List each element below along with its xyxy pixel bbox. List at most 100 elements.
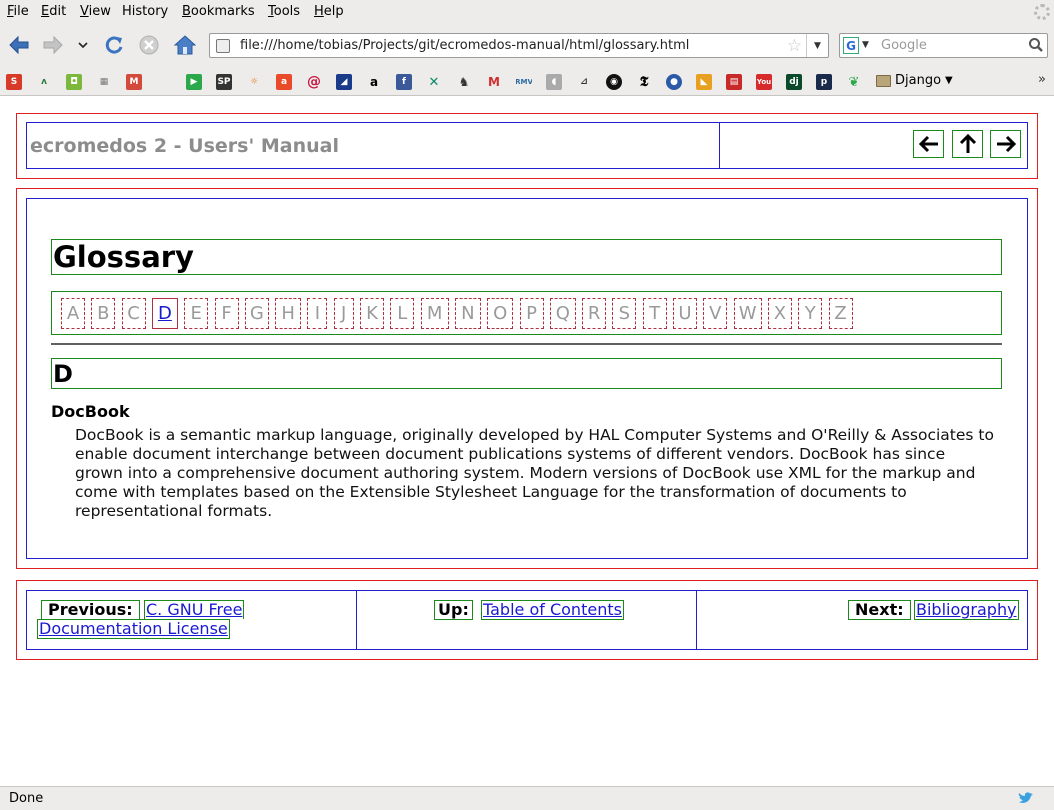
glossary-heading: Glossary bbox=[51, 239, 1002, 275]
bookmark-dj-icon[interactable]: dj bbox=[786, 74, 802, 90]
stop-button[interactable] bbox=[137, 33, 161, 57]
chevron-down-icon[interactable]: ▼ bbox=[862, 40, 869, 50]
bookmark-gmail-icon[interactable]: M bbox=[486, 74, 502, 90]
bookmark-leaf-green-icon[interactable]: ❦ bbox=[846, 74, 862, 90]
letter-f[interactable]: F bbox=[214, 298, 239, 329]
bookmark-folder-django[interactable]: Django ▼ bbox=[876, 73, 953, 88]
bookmark-rmv-icon[interactable]: RMV bbox=[516, 74, 532, 90]
search-icon[interactable] bbox=[1028, 37, 1044, 53]
bookmark-yellow-icon[interactable]: ◣ bbox=[696, 74, 712, 90]
menu-history[interactable]: History bbox=[122, 4, 168, 19]
letter-o[interactable]: O bbox=[487, 298, 514, 329]
bookmark-youtube-icon[interactable]: You bbox=[756, 74, 772, 90]
letter-p[interactable]: P bbox=[519, 298, 544, 329]
letter-u[interactable]: U bbox=[673, 298, 697, 329]
letter-a[interactable]: A bbox=[61, 298, 85, 329]
up-link[interactable]: Table of Contents bbox=[481, 600, 624, 620]
page-content: ecromedos 2 - Users' Manual Glossary ABC… bbox=[0, 97, 1054, 786]
home-button[interactable] bbox=[173, 33, 197, 57]
bookmark-globe-icon[interactable]: ● bbox=[666, 74, 682, 90]
letter-l[interactable]: L bbox=[390, 298, 415, 329]
forward-button[interactable] bbox=[41, 33, 65, 57]
menu-view[interactable]: View bbox=[80, 4, 111, 19]
bookmark-p-icon[interactable]: p bbox=[816, 74, 832, 90]
url-dropdown-button[interactable]: ▼ bbox=[806, 34, 828, 57]
menu-bar: File Edit View History Bookmarks Tools H… bbox=[0, 0, 1054, 24]
next-label: Next: bbox=[848, 600, 911, 620]
history-dropdown-button[interactable] bbox=[73, 33, 93, 57]
up-page-button[interactable] bbox=[952, 130, 983, 158]
bookmark-star-icon[interactable]: ☆ bbox=[787, 36, 802, 56]
next-page-button[interactable] bbox=[990, 130, 1021, 158]
letter-g[interactable]: G bbox=[244, 298, 269, 329]
bookmark-apple-icon[interactable]: ◖ bbox=[546, 74, 562, 90]
bookmark-play-icon[interactable]: ▶ bbox=[186, 74, 202, 90]
letter-j[interactable]: J bbox=[333, 298, 354, 329]
letter-v[interactable]: V bbox=[703, 298, 728, 329]
home-icon bbox=[174, 35, 196, 55]
menu-tools[interactable]: Tools bbox=[268, 4, 300, 19]
letter-d[interactable]: D bbox=[151, 298, 178, 329]
twitter-icon[interactable] bbox=[1018, 791, 1034, 805]
bookmark-spon-icon[interactable]: SP bbox=[216, 74, 232, 90]
bookmark-leaf-icon[interactable]: ᴧ bbox=[36, 74, 52, 90]
menu-file[interactable]: File bbox=[7, 4, 29, 19]
footer-box: Previous: C. GNU Free Documentation Lice… bbox=[16, 580, 1038, 660]
chevron-down-icon: ▼ bbox=[945, 75, 953, 86]
reload-button[interactable] bbox=[102, 33, 126, 57]
previous-link[interactable]: C. GNU Free bbox=[144, 600, 245, 619]
bookmark-puzzle-icon[interactable]: ▦ bbox=[96, 74, 112, 90]
back-button[interactable] bbox=[7, 33, 31, 57]
bookmark-xing-icon[interactable]: ✕ bbox=[426, 74, 442, 90]
bookmark-folder-label: Django bbox=[895, 73, 942, 88]
arrow-right-icon bbox=[996, 135, 1016, 153]
site-identity-icon[interactable] bbox=[216, 39, 230, 53]
bookmark-circle-icon[interactable]: ◉ bbox=[606, 74, 622, 90]
bookmark-orange-icon[interactable]: ☼ bbox=[246, 74, 262, 90]
letter-t[interactable]: T bbox=[642, 298, 667, 329]
header-box: ecromedos 2 - Users' Manual bbox=[16, 113, 1038, 179]
prev-page-button[interactable] bbox=[913, 130, 944, 158]
url-text[interactable]: file:///home/tobias/Projects/git/ecromed… bbox=[240, 38, 689, 53]
bookmark-m-icon[interactable]: M bbox=[126, 74, 142, 90]
letter-n[interactable]: N bbox=[454, 298, 481, 329]
search-bar[interactable]: G ▼ Google bbox=[839, 33, 1048, 58]
menu-bookmarks[interactable]: Bookmarks bbox=[182, 4, 255, 19]
letter-s[interactable]: S bbox=[612, 298, 637, 329]
bookmark-github-icon[interactable]: ♞ bbox=[456, 74, 472, 90]
bookmarks-overflow-button[interactable]: » bbox=[1038, 72, 1046, 87]
letter-q[interactable]: Q bbox=[549, 298, 576, 329]
letter-r[interactable]: R bbox=[582, 298, 607, 329]
bookmark-a-icon[interactable]: a bbox=[276, 74, 292, 90]
bookmark-square-icon[interactable]: ◘ bbox=[66, 74, 82, 90]
bookmark-s-icon[interactable]: S bbox=[6, 74, 22, 90]
letter-b[interactable]: B bbox=[91, 298, 116, 329]
letter-h[interactable]: H bbox=[275, 298, 302, 329]
header-table: ecromedos 2 - Users' Manual bbox=[26, 122, 1028, 169]
letter-i[interactable]: I bbox=[307, 298, 328, 329]
letter-z[interactable]: Z bbox=[828, 298, 853, 329]
previous-link-continued[interactable]: Documentation License bbox=[37, 619, 230, 639]
bookmark-debian-icon[interactable]: @ bbox=[306, 74, 322, 90]
bookmark-flag-icon[interactable]: ▤ bbox=[726, 74, 742, 90]
menu-edit[interactable]: Edit bbox=[41, 4, 66, 19]
reload-icon bbox=[105, 36, 123, 54]
next-link[interactable]: Bibliography bbox=[914, 600, 1019, 620]
letter-e[interactable]: E bbox=[184, 298, 209, 329]
glossary-definition: DocBook is a semantic markup language, o… bbox=[75, 426, 994, 520]
letter-y[interactable]: Y bbox=[798, 298, 823, 329]
bookmark-chart-icon[interactable]: ⊿ bbox=[576, 74, 592, 90]
bookmark-nyt-icon[interactable]: 𝕿 bbox=[636, 74, 652, 90]
letter-w[interactable]: W bbox=[733, 298, 762, 329]
bookmark-blue-icon[interactable]: ◢ bbox=[336, 74, 352, 90]
bookmark-amazon-icon[interactable]: a bbox=[366, 74, 382, 90]
letter-m[interactable]: M bbox=[420, 298, 449, 329]
page-title: Glossary bbox=[53, 240, 194, 274]
letter-k[interactable]: K bbox=[360, 298, 384, 329]
menu-help[interactable]: Help bbox=[314, 4, 344, 19]
letter-x[interactable]: X bbox=[767, 298, 792, 329]
bookmark-facebook-icon[interactable]: f bbox=[396, 74, 412, 90]
url-bar[interactable]: file:///home/tobias/Projects/git/ecromed… bbox=[209, 33, 829, 58]
letter-c[interactable]: C bbox=[121, 298, 146, 329]
search-engine-icon[interactable]: G bbox=[843, 37, 859, 54]
